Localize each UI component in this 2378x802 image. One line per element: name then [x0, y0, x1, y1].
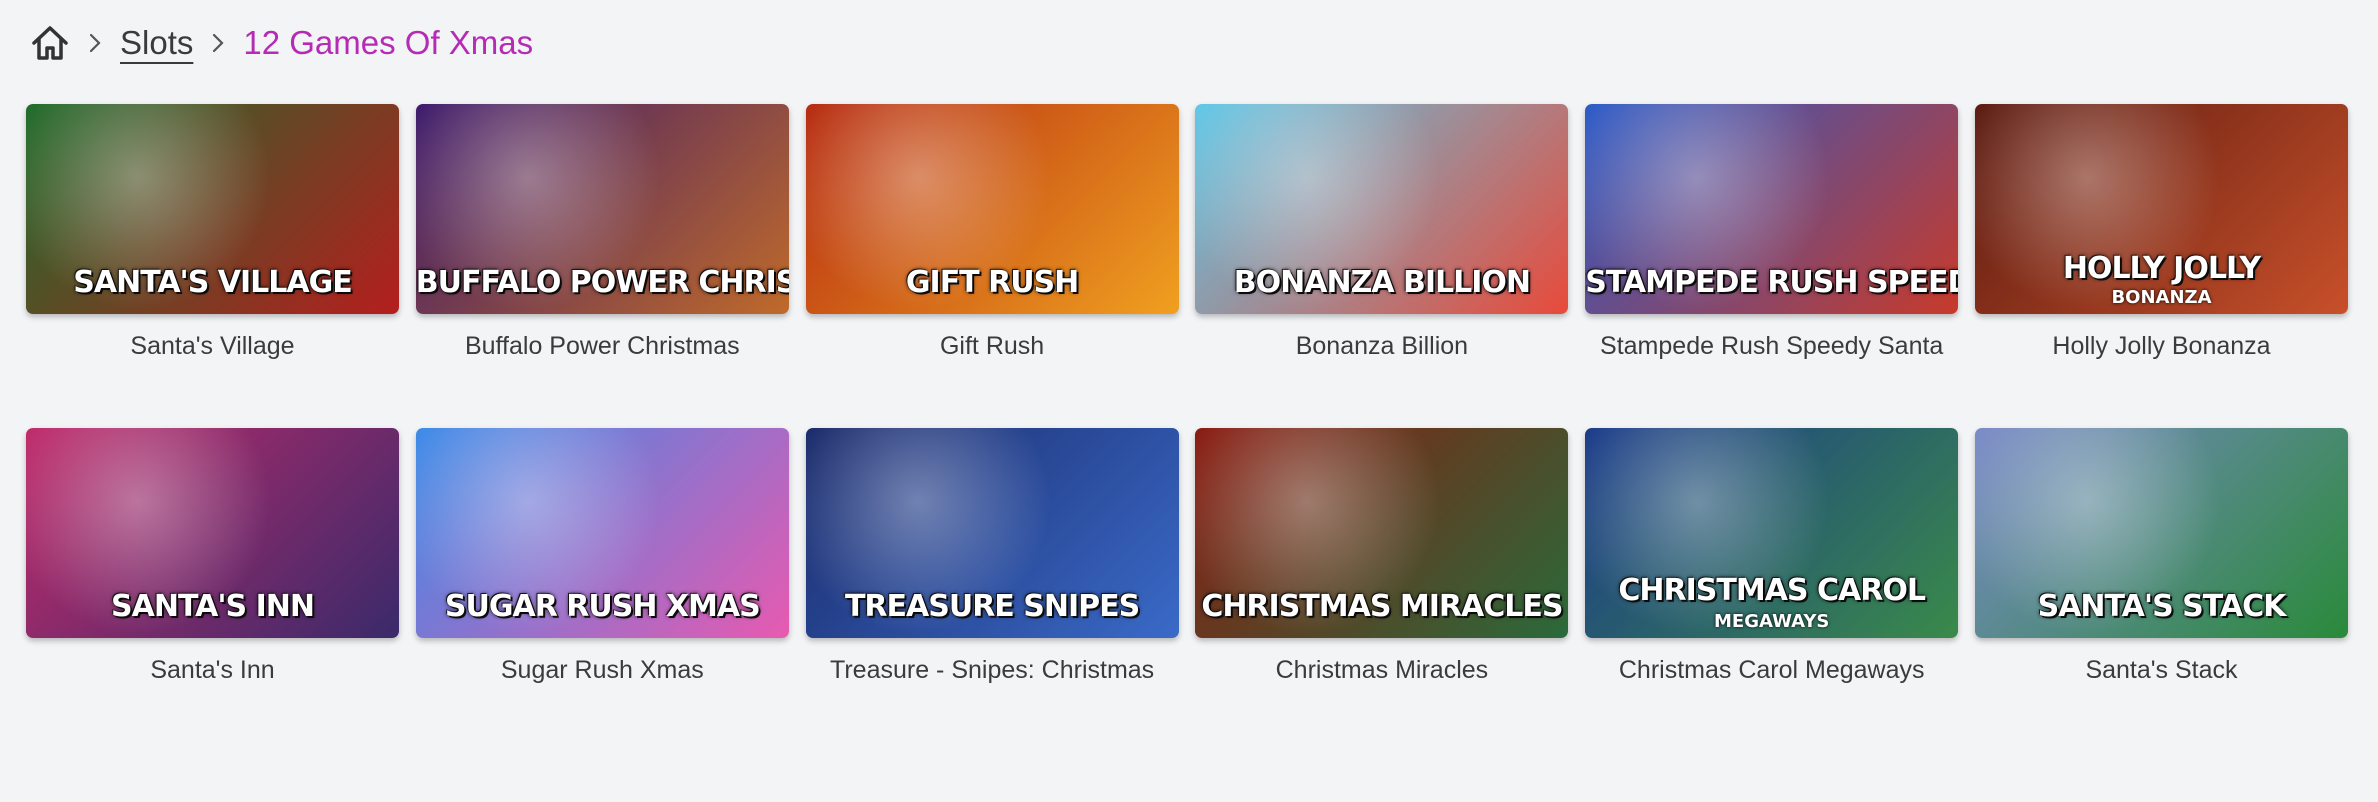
- game-thumbnail[interactable]: GIFT RUSH: [805, 104, 1179, 314]
- game-title[interactable]: Treasure - Snipes: Christmas: [830, 656, 1154, 685]
- game-logo: CHRISTMAS CAROL: [1618, 573, 1926, 608]
- game-logo: HOLLY JOLLY: [2062, 251, 2261, 286]
- game-card[interactable]: SANTA'S VILLAGE Santa's Village: [26, 104, 399, 428]
- game-title[interactable]: Bonanza Billion: [1296, 332, 1468, 361]
- game-card[interactable]: HOLLY JOLLY BONANZA Holly Jolly Bonanza: [1974, 104, 2348, 428]
- game-logo: BUFFALO POWER CHRISTMAS: [415, 265, 789, 300]
- breadcrumb-current: 12 Games Of Xmas: [243, 24, 534, 61]
- game-title[interactable]: Santa's Stack: [2085, 656, 2237, 685]
- game-thumbnail[interactable]: SANTA'S VILLAGE: [26, 104, 399, 314]
- game-title[interactable]: Stampede Rush Speedy Santa: [1600, 332, 1943, 361]
- game-card[interactable]: SANTA'S INN Santa's Inn: [26, 428, 399, 752]
- game-card[interactable]: CHRISTMAS MIRACLES Christmas Miracles: [1195, 428, 1569, 752]
- game-thumbnail[interactable]: SUGAR RUSH XMAS: [415, 428, 789, 638]
- game-logo: CHRISTMAS MIRACLES: [1201, 589, 1563, 624]
- game-logo: BONANZA BILLION: [1233, 265, 1531, 300]
- game-title[interactable]: Christmas Miracles: [1276, 656, 1489, 685]
- game-thumbnail[interactable]: CHRISTMAS MIRACLES: [1195, 428, 1569, 638]
- game-title[interactable]: Buffalo Power Christmas: [465, 332, 740, 361]
- game-logo: SANTA'S STACK: [2037, 589, 2287, 624]
- game-title[interactable]: Santa's Inn: [150, 656, 274, 685]
- game-grid: SANTA'S VILLAGE Santa's Village BUFFALO …: [26, 104, 2348, 752]
- game-card[interactable]: BUFFALO POWER CHRISTMAS Buffalo Power Ch…: [415, 104, 789, 428]
- game-thumbnail[interactable]: HOLLY JOLLY BONANZA: [1974, 104, 2348, 314]
- chevron-right-icon: [74, 18, 116, 68]
- game-card[interactable]: SANTA'S STACK Santa's Stack: [1974, 428, 2348, 752]
- chevron-right-icon: [197, 18, 239, 68]
- game-thumbnail[interactable]: BONANZA BILLION: [1195, 104, 1569, 314]
- game-card[interactable]: CHRISTMAS CAROL MEGAWAYS Christmas Carol …: [1585, 428, 1959, 752]
- game-logo: TREASURE SNIPES: [844, 589, 1140, 624]
- game-logo: GIFT RUSH: [905, 265, 1079, 300]
- game-thumbnail[interactable]: SANTA'S STACK: [1974, 428, 2348, 638]
- game-title[interactable]: Gift Rush: [940, 332, 1044, 361]
- game-thumbnail[interactable]: TREASURE SNIPES: [805, 428, 1179, 638]
- game-logo: SANTA'S VILLAGE: [73, 265, 352, 300]
- game-title[interactable]: Sugar Rush Xmas: [501, 656, 704, 685]
- breadcrumb-slots-link[interactable]: Slots: [116, 24, 197, 62]
- game-logo: STAMPEDE RUSH SPEEDY SANTA: [1585, 265, 1958, 300]
- game-title[interactable]: Christmas Carol Megaways: [1619, 656, 1925, 685]
- game-thumbnail[interactable]: CHRISTMAS CAROL MEGAWAYS: [1585, 428, 1959, 638]
- game-card[interactable]: SUGAR RUSH XMAS Sugar Rush Xmas: [415, 428, 789, 752]
- game-thumbnail[interactable]: STAMPEDE RUSH SPEEDY SANTA: [1585, 104, 1959, 314]
- game-thumbnail[interactable]: SANTA'S INN: [26, 428, 399, 638]
- game-title[interactable]: Holly Jolly Bonanza: [2052, 332, 2270, 361]
- game-card[interactable]: STAMPEDE RUSH SPEEDY SANTA Stampede Rush…: [1585, 104, 1959, 428]
- game-logo-sub: BONANZA: [2111, 287, 2212, 308]
- game-title[interactable]: Santa's Village: [130, 332, 294, 361]
- game-logo-sub: MEGAWAYS: [1714, 611, 1830, 632]
- game-card[interactable]: BONANZA BILLION Bonanza Billion: [1195, 104, 1569, 428]
- game-logo: SANTA'S INN: [111, 589, 315, 624]
- game-thumbnail[interactable]: BUFFALO POWER CHRISTMAS: [415, 104, 789, 314]
- game-card[interactable]: TREASURE SNIPES Treasure - Snipes: Chris…: [805, 428, 1179, 752]
- breadcrumb: Slots 12 Games Of Xmas: [26, 18, 537, 68]
- game-card[interactable]: GIFT RUSH Gift Rush: [805, 104, 1179, 428]
- home-icon[interactable]: [26, 19, 74, 67]
- game-logo: SUGAR RUSH XMAS: [444, 589, 761, 624]
